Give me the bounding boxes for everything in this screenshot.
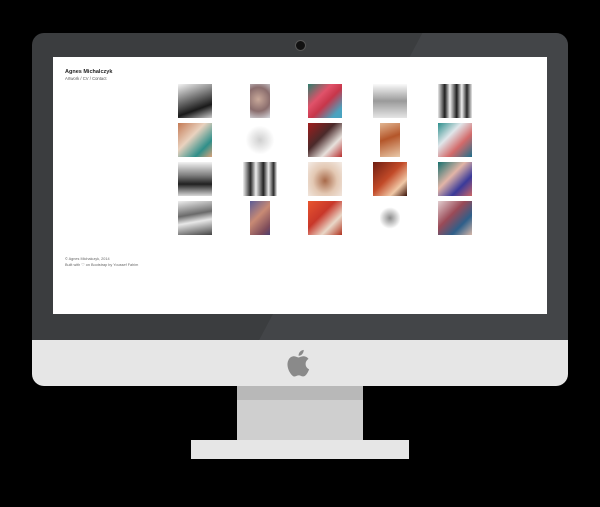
artwork-thumbnail[interactable] — [373, 84, 407, 118]
artwork-thumbnail[interactable] — [438, 84, 472, 118]
artwork-gallery — [178, 84, 472, 235]
apple-logo-icon — [287, 349, 310, 377]
artwork-thumbnail[interactable] — [308, 201, 342, 235]
artwork-thumbnail[interactable] — [243, 162, 277, 196]
artwork-thumbnail[interactable] — [308, 84, 342, 118]
footer-credit: Built with ♡ on Bootstrap by Youssef Fah… — [65, 262, 139, 267]
artwork-thumbnail[interactable] — [178, 123, 212, 157]
artwork-thumbnail[interactable] — [373, 201, 407, 235]
artwork-thumbnail[interactable] — [243, 123, 277, 157]
site-header: Agnes Michalczyk Artwork / CV / Contact — [65, 69, 112, 82]
artwork-thumbnail[interactable] — [438, 162, 472, 196]
website-screen: Agnes Michalczyk Artwork / CV / Contact — [53, 57, 547, 314]
monitor-stand-shadow — [237, 386, 363, 400]
artwork-thumbnail[interactable] — [438, 123, 472, 157]
nav-link-cv[interactable]: CV — [83, 76, 89, 81]
artwork-thumbnail[interactable] — [243, 84, 277, 118]
artwork-thumbnail[interactable] — [178, 162, 212, 196]
artwork-thumbnail[interactable] — [438, 201, 472, 235]
site-title[interactable]: Agnes Michalczyk — [65, 69, 112, 76]
camera-icon — [295, 40, 306, 51]
monitor-stand-base — [191, 440, 409, 459]
artwork-thumbnail[interactable] — [373, 123, 407, 157]
artwork-thumbnail[interactable] — [308, 162, 342, 196]
artwork-thumbnail[interactable] — [373, 162, 407, 196]
nav-link-artwork[interactable]: Artwork — [65, 76, 79, 81]
nav-link-contact[interactable]: Contact — [92, 76, 106, 81]
artwork-thumbnail[interactable] — [178, 84, 212, 118]
site-footer: © Agnes Michalczyk, 2014 Built with ♡ on… — [65, 257, 138, 268]
artwork-thumbnail[interactable] — [308, 123, 342, 157]
artwork-thumbnail[interactable] — [178, 201, 212, 235]
site-nav: Artwork / CV / Contact — [65, 76, 112, 82]
artwork-thumbnail[interactable] — [243, 201, 277, 235]
